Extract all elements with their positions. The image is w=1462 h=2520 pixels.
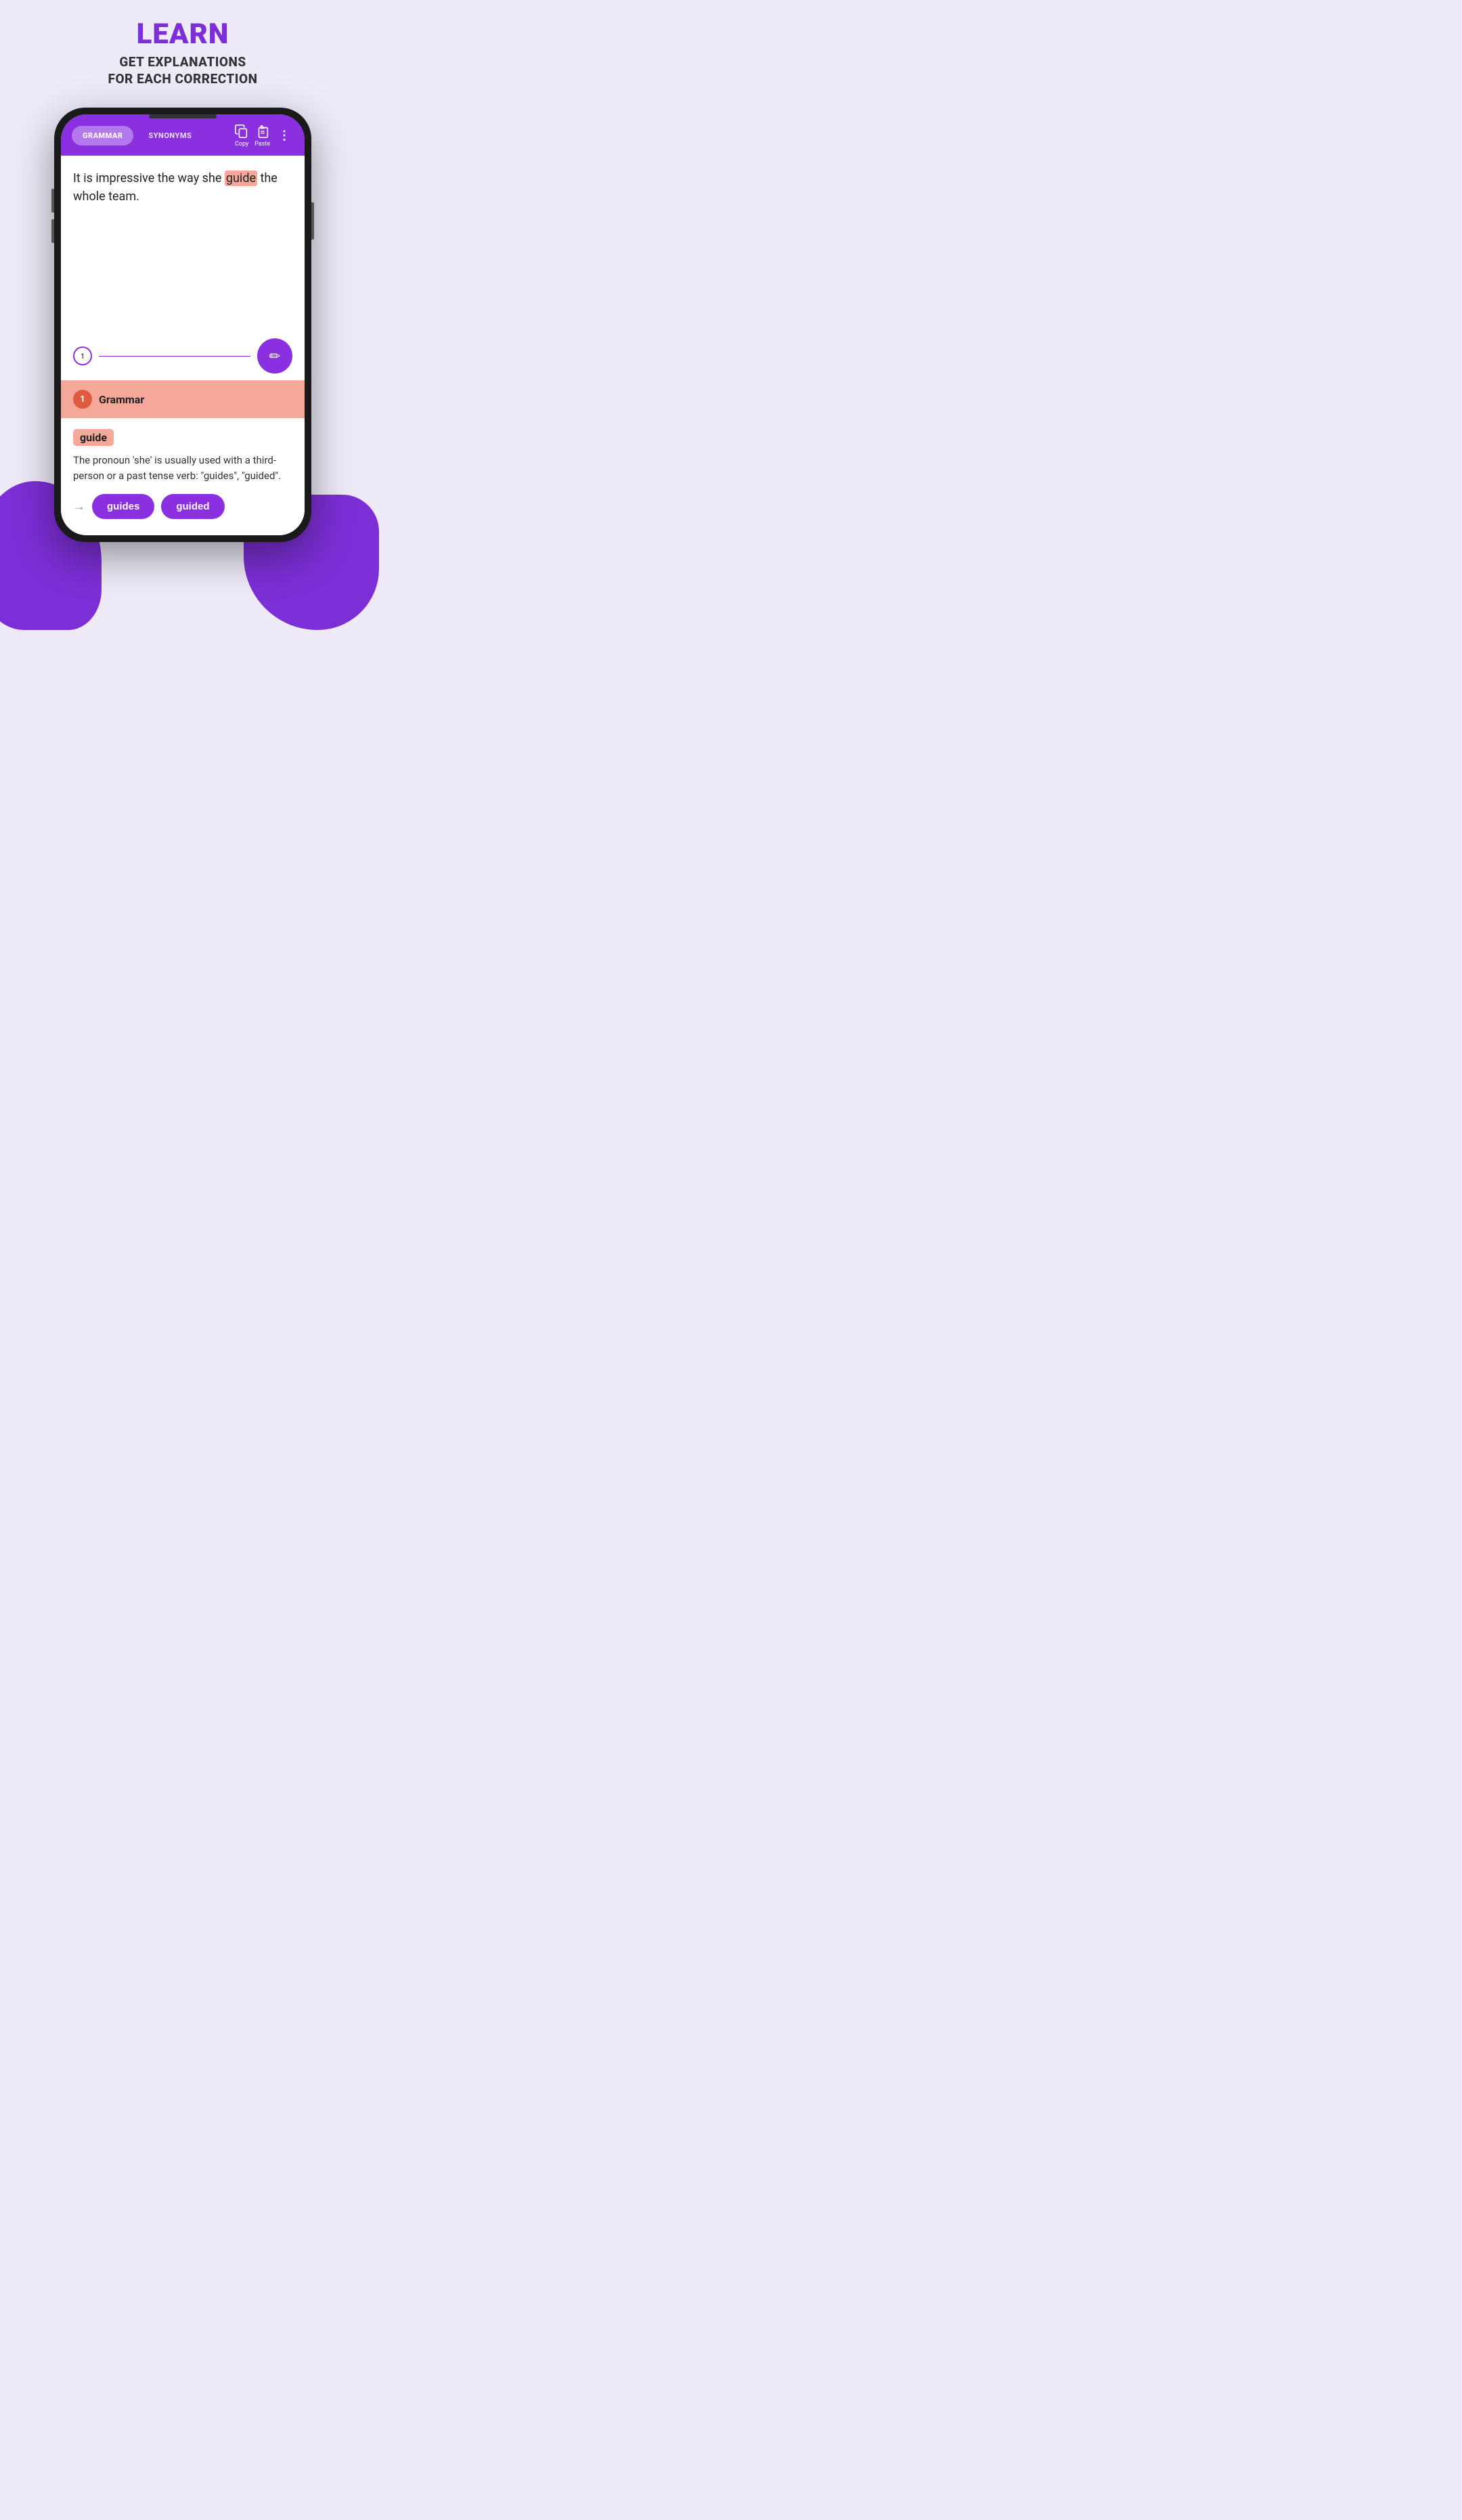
phone-frame: GRAMMAR SYNONYMS Copy (54, 108, 311, 542)
correction-divider: 1 ✏ (61, 332, 305, 380)
app-toolbar: GRAMMAR SYNONYMS Copy (61, 114, 305, 156)
edit-fab-button[interactable]: ✏ (257, 338, 292, 374)
paste-action[interactable]: Paste (254, 124, 270, 148)
correction-actions: → guides guided (73, 494, 292, 524)
page-subtitle: GET EXPLANATIONS FOR EACH CORRECTION (108, 54, 258, 87)
correction-explanation: The pronoun 'she' is usually used with a… (73, 453, 292, 483)
correction-count-badge: 1 (73, 346, 92, 365)
correction-card-header: 1 Grammar (61, 380, 305, 418)
text-input-area[interactable]: It is impressive the way she guide the w… (61, 156, 305, 332)
more-options-button[interactable]: ⋮ (275, 130, 294, 142)
correction-type-label: Grammar (99, 393, 144, 406)
phone-notch (149, 114, 217, 118)
phone-button-power (311, 202, 314, 240)
text-before-error: It is impressive the way she (73, 171, 225, 185)
paste-icon (255, 124, 270, 139)
tab-grammar[interactable]: GRAMMAR (72, 126, 133, 145)
suggestion-button-1[interactable]: guides (92, 494, 154, 519)
arrow-right-icon: → (73, 499, 85, 514)
pencil-icon: ✏ (269, 348, 281, 364)
divider-line (99, 356, 250, 357)
suggestion-button-2[interactable]: guided (161, 494, 224, 519)
phone-button-vol-up (51, 189, 54, 212)
page-title: LEARN (108, 20, 258, 49)
correction-card-body: guide The pronoun 'she' is usually used … (61, 418, 305, 535)
error-word-highlight: guide (225, 171, 257, 186)
tab-synonyms[interactable]: SYNONYMS (139, 126, 201, 145)
correction-card: 1 Grammar guide The pronoun 'she' is usu… (61, 380, 305, 535)
correction-number-badge: 1 (73, 390, 92, 409)
correction-error-tag: guide (73, 429, 114, 446)
phone-button-vol-down (51, 219, 54, 243)
copy-action[interactable]: Copy (234, 124, 249, 148)
copy-icon (234, 124, 249, 139)
